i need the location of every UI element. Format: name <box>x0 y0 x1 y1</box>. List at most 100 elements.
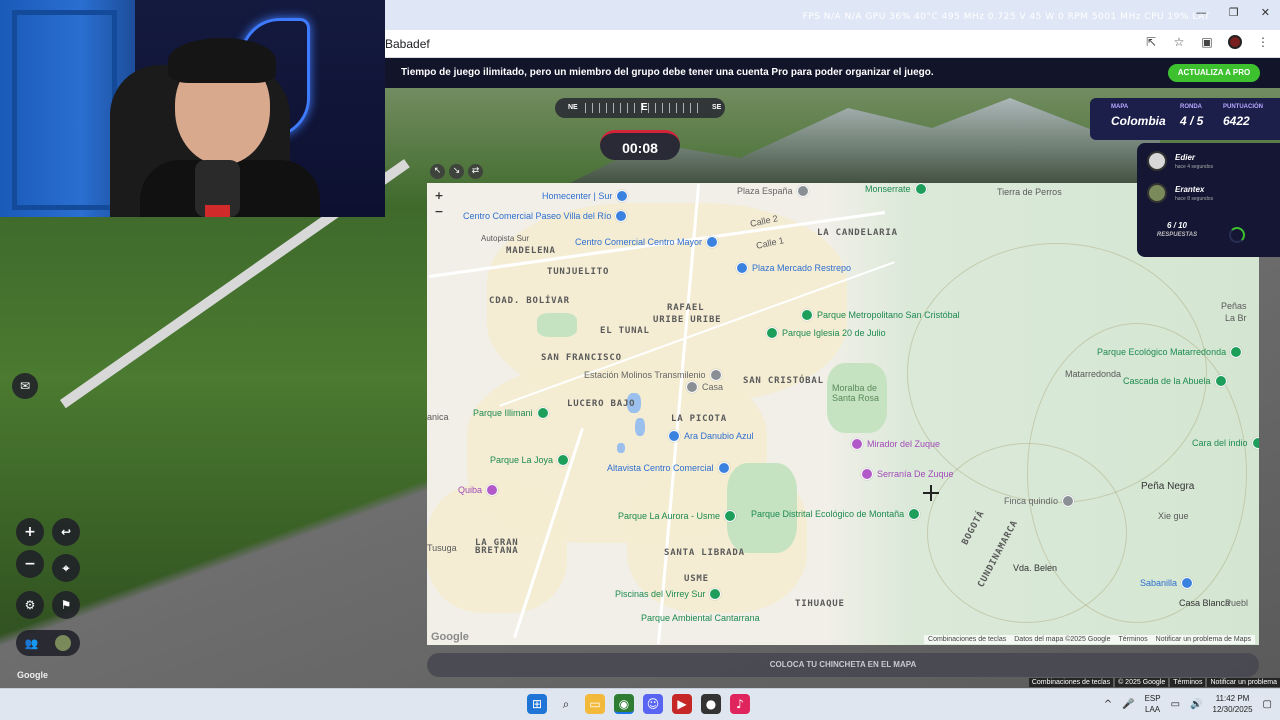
file-explorer-icon[interactable]: ▭ <box>585 694 605 714</box>
windows-start-icon[interactable]: ⊞ <box>527 694 547 714</box>
report-problem-link[interactable]: Notificar un problema <box>1207 678 1280 687</box>
poi-marker[interactable]: Finca quindío <box>1004 495 1075 507</box>
profile-avatar[interactable] <box>1228 35 1242 49</box>
terrain-contour <box>927 443 1127 623</box>
expand-map-icon[interactable]: ↘ <box>449 164 464 179</box>
terms-link[interactable]: Términos <box>1170 678 1206 687</box>
loading-spinner-icon <box>1229 227 1245 243</box>
poi-marker[interactable]: Parque Distrital Ecológico de Montaña <box>751 508 921 520</box>
poi-marker[interactable]: Quiba <box>458 484 499 496</box>
url-text[interactable]: Babadef <box>385 37 430 51</box>
shrink-map-icon[interactable]: ↖ <box>430 164 445 179</box>
microphone-tray-icon[interactable]: 🎤 <box>1122 699 1134 710</box>
system-tray: ^ 🎤 ESP LAA ▭ 🔊 11:42 PM 12/30/2025 ▢ <box>1104 693 1272 715</box>
zoom-out-button[interactable]: − <box>16 550 44 578</box>
poi-marker[interactable]: Monserrate <box>865 183 927 195</box>
clock[interactable]: 11:42 PM 12/30/2025 <box>1213 693 1253 715</box>
poi-marker[interactable]: Centro Comercial Paseo Villa del Río <box>463 210 628 222</box>
round-value: 4 / 5 <box>1180 114 1204 128</box>
windows-taskbar: ⊞ ⌕ ▭ ◉ ☺ ▶ ● ♪ ^ 🎤 ESP LAA ▭ 🔊 11:42 PM… <box>0 688 1280 720</box>
district-label: SANTA LIBRADA <box>664 548 745 558</box>
bookmark-star-icon[interactable]: ☆ <box>1172 35 1186 49</box>
poi-marker[interactable]: Ara Danubio Azul <box>668 430 754 442</box>
keyboard-shortcuts-link[interactable]: Combinaciones de teclas <box>1028 678 1114 687</box>
map-zoom-in-button[interactable]: + <box>433 189 445 203</box>
guess-map[interactable]: + − LA CANDELARIA TUNJUELITO CDAD. BOLÍV… <box>427 183 1259 645</box>
points-value: 6422 <box>1223 114 1250 128</box>
streetview-attribution: Combinaciones de teclas © 2025 Google Té… <box>1028 678 1280 687</box>
place-label: Casa Blanca <box>1179 598 1231 608</box>
poi-marker[interactable]: Cascada de la Abuela <box>1123 375 1227 387</box>
district-label: USME <box>684 574 709 584</box>
search-icon[interactable]: ⌕ <box>556 694 576 714</box>
restore-icon[interactable]: ❐ <box>1229 6 1239 19</box>
poi-marker[interactable]: Parque Ambiental Cantarrana <box>641 613 760 623</box>
menu-dots-icon[interactable]: ⋮ <box>1256 35 1270 49</box>
poi-marker[interactable]: Parque La Joya <box>490 454 570 466</box>
terms-link[interactable]: Términos <box>1118 636 1147 643</box>
streamer-hair <box>168 38 276 83</box>
poi-marker[interactable]: Mirador del Zuque <box>851 438 940 450</box>
poi-marker[interactable]: Homecenter | Sur <box>542 190 629 202</box>
tiktok-icon[interactable]: ♪ <box>730 694 750 714</box>
map-zoom-out-button[interactable]: − <box>433 205 445 219</box>
district-label: URIBE URIBE <box>653 315 722 325</box>
district-label: BRETANA <box>475 546 519 556</box>
chrome-icon[interactable]: ◉ <box>614 694 634 714</box>
zoom-in-button[interactable]: + <box>16 518 44 546</box>
poi-marker[interactable]: Parque Illimani <box>473 407 549 419</box>
tray-chevron-icon[interactable]: ^ <box>1104 699 1112 710</box>
obs-icon[interactable]: ● <box>701 694 721 714</box>
minimize-icon[interactable]: — <box>1196 6 1207 19</box>
place-label: Peña Negra <box>1141 481 1195 492</box>
poi-marker[interactable]: Parque La Aurora - Usme <box>618 510 737 522</box>
district-label: TUNJUELITO <box>547 267 610 277</box>
answers-label: RESPUESTAS <box>1156 232 1198 238</box>
pin-map-icon[interactable]: ⇄ <box>468 164 483 179</box>
streaming-app-icon[interactable]: ▶ <box>672 694 692 714</box>
district-label: LUCERO BAJO <box>567 399 636 409</box>
settings-gear-icon[interactable]: ⚙ <box>16 591 44 619</box>
toolbar-icons: ⇱ ☆ ▣ ⋮ <box>1144 35 1270 49</box>
volume-icon[interactable]: 🔊 <box>1190 699 1202 710</box>
poi-marker[interactable]: Centro Comercial Centro Mayor <box>575 236 719 248</box>
poi-marker[interactable]: Sabanilla <box>1140 577 1194 589</box>
party-button[interactable]: 👥 <box>16 630 80 656</box>
district-label: MADELENA <box>506 246 556 256</box>
chat-icon[interactable]: ✉ <box>12 373 38 399</box>
return-to-start-icon[interactable]: ⌖ <box>52 554 80 582</box>
poi-marker[interactable]: Parque Ecológico Matarredonda <box>1097 346 1243 358</box>
player-name: Edier <box>1175 152 1196 162</box>
poi-marker[interactable]: Serranía De Zuque <box>861 468 954 480</box>
poi-marker[interactable]: Parque Metropolitano San Cristóbal <box>801 309 960 321</box>
place-pin-button[interactable]: COLOCA TU CHINCHETA EN EL MAPA <box>427 653 1259 677</box>
poi-marker[interactable]: Estación Molinos Transmilenio <box>584 369 722 381</box>
keyboard-shortcuts-link[interactable]: Combinaciones de teclas <box>928 636 1006 643</box>
poi-marker[interactable]: Altavista Centro Comercial <box>607 462 730 474</box>
discord-icon[interactable]: ☺ <box>643 694 663 714</box>
answers-counter: 6 / 10 RESPUESTAS <box>1147 221 1270 251</box>
upgrade-pro-button[interactable]: ACTUALIZA A PRO <box>1168 64 1260 82</box>
report-problem-link[interactable]: Notificar un problema de Maps <box>1156 636 1251 643</box>
close-icon[interactable]: ✕ <box>1261 6 1270 19</box>
map-crosshair-cursor <box>923 485 939 501</box>
compass-bar: NE E SE <box>555 98 725 118</box>
place-label: Puebl <box>1225 598 1249 608</box>
map-value: Colombia <box>1111 114 1166 128</box>
flag-icon[interactable]: ⚑ <box>52 591 80 619</box>
poi-marker[interactable]: Casa <box>686 381 723 393</box>
network-icon[interactable]: ▭ <box>1171 699 1180 710</box>
player-row: Edier hace 4 segundos <box>1147 151 1213 171</box>
undo-move-icon[interactable]: ↩ <box>52 518 80 546</box>
address-bar: Babadef ⇱ ☆ ▣ ⋮ <box>385 30 1280 58</box>
extension-icon[interactable]: ▣ <box>1200 35 1214 49</box>
district-label: SAN CRISTÓBAL <box>743 376 824 386</box>
notification-icon[interactable]: ▢ <box>1263 699 1272 710</box>
install-icon[interactable]: ⇱ <box>1144 35 1158 49</box>
poi-marker[interactable]: Cara del indio <box>1192 437 1259 449</box>
poi-marker[interactable]: Plaza España <box>737 185 809 197</box>
poi-marker[interactable]: Piscinas del Virrey Sur <box>615 588 722 600</box>
language-indicator[interactable]: ESP LAA <box>1145 693 1161 715</box>
poi-marker[interactable]: Parque Iglesia 20 de Julio <box>766 327 886 339</box>
poi-marker[interactable]: Plaza Mercado Restrepo <box>736 262 851 274</box>
